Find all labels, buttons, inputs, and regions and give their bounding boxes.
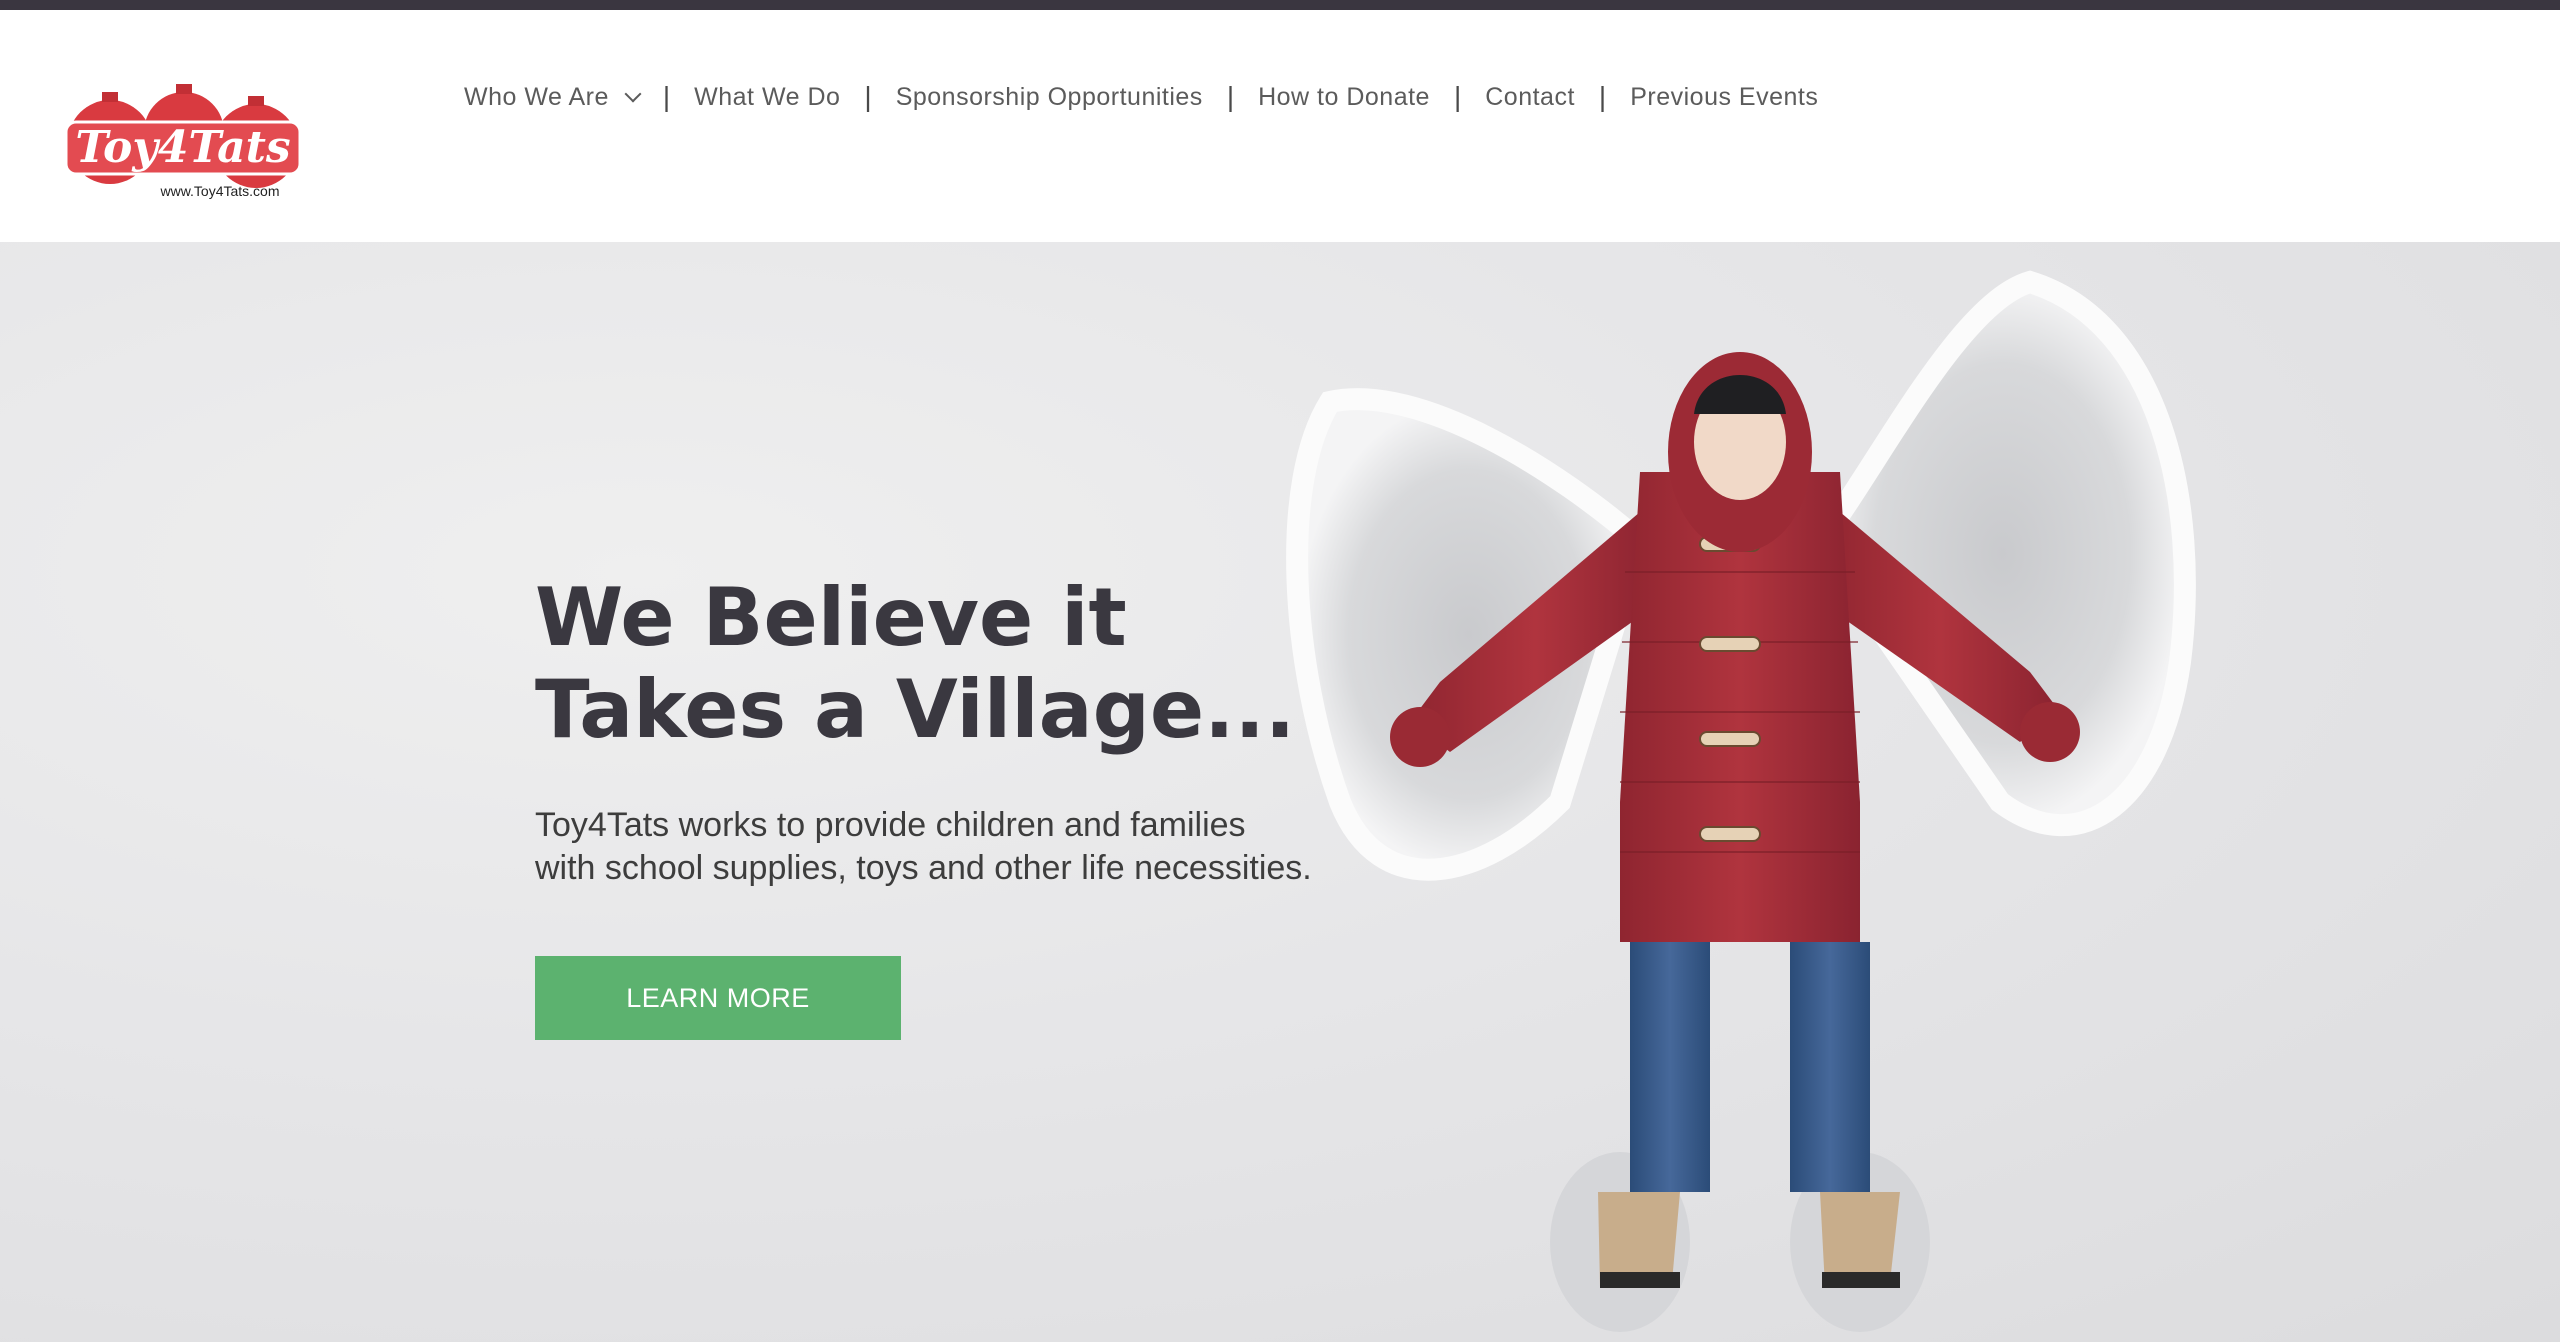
hero-subtext: Toy4Tats works to provide children and f… [535, 806, 1312, 887]
top-accent-bar [0, 0, 2560, 10]
site-logo[interactable]: Toy4Tats www.Toy4Tats.com [60, 70, 310, 210]
site-header: Toy4Tats www.Toy4Tats.com Who We Are | W… [0, 10, 2560, 242]
chevron-down-icon[interactable] [624, 85, 642, 103]
logo-url: www.Toy4Tats.com [159, 183, 279, 199]
nav-separator: | [1453, 81, 1462, 112]
main-nav: Who We Are | What We Do | Sponsorship Op… [464, 72, 1818, 122]
nav-item-previous-events[interactable]: Previous Events [1630, 83, 1818, 112]
nav-item-label: Sponsorship Opportunities [895, 82, 1203, 111]
nav-separator: | [662, 81, 671, 112]
nav-item-who-we-are[interactable]: Who We Are [464, 82, 642, 112]
nav-item-label: Previous Events [1630, 82, 1819, 111]
learn-more-button[interactable]: LEARN MORE [535, 956, 901, 1040]
hero-content: We Believe it Takes a Village... Toy4Tat… [535, 572, 1335, 1040]
hero-section: We Believe it Takes a Village... Toy4Tat… [0, 242, 2560, 1342]
nav-item-label: Who We Are [464, 82, 609, 111]
nav-item-label: How to Donate [1258, 82, 1430, 111]
nav-item-sponsorship[interactable]: Sponsorship Opportunities [896, 83, 1203, 112]
logo-wordmark: Toy4Tats [75, 122, 290, 173]
nav-item-contact[interactable]: Contact [1485, 83, 1575, 112]
nav-item-label: Contact [1485, 82, 1575, 111]
nav-separator: | [1598, 81, 1607, 112]
hero-headline-line2: Takes a Village... [535, 663, 1296, 756]
logo-ornaments-icon: Toy4Tats www.Toy4Tats.com [64, 84, 302, 199]
nav-item-how-to-donate[interactable]: How to Donate [1258, 83, 1430, 112]
hero-headline-line1: We Believe it [535, 571, 1127, 664]
nav-separator: | [1226, 81, 1235, 112]
nav-separator: | [864, 81, 872, 112]
nav-item-what-we-do[interactable]: What We Do [694, 83, 840, 112]
hero-headline: We Believe it Takes a Village... [535, 572, 1335, 756]
nav-item-label: What We Do [694, 82, 841, 111]
